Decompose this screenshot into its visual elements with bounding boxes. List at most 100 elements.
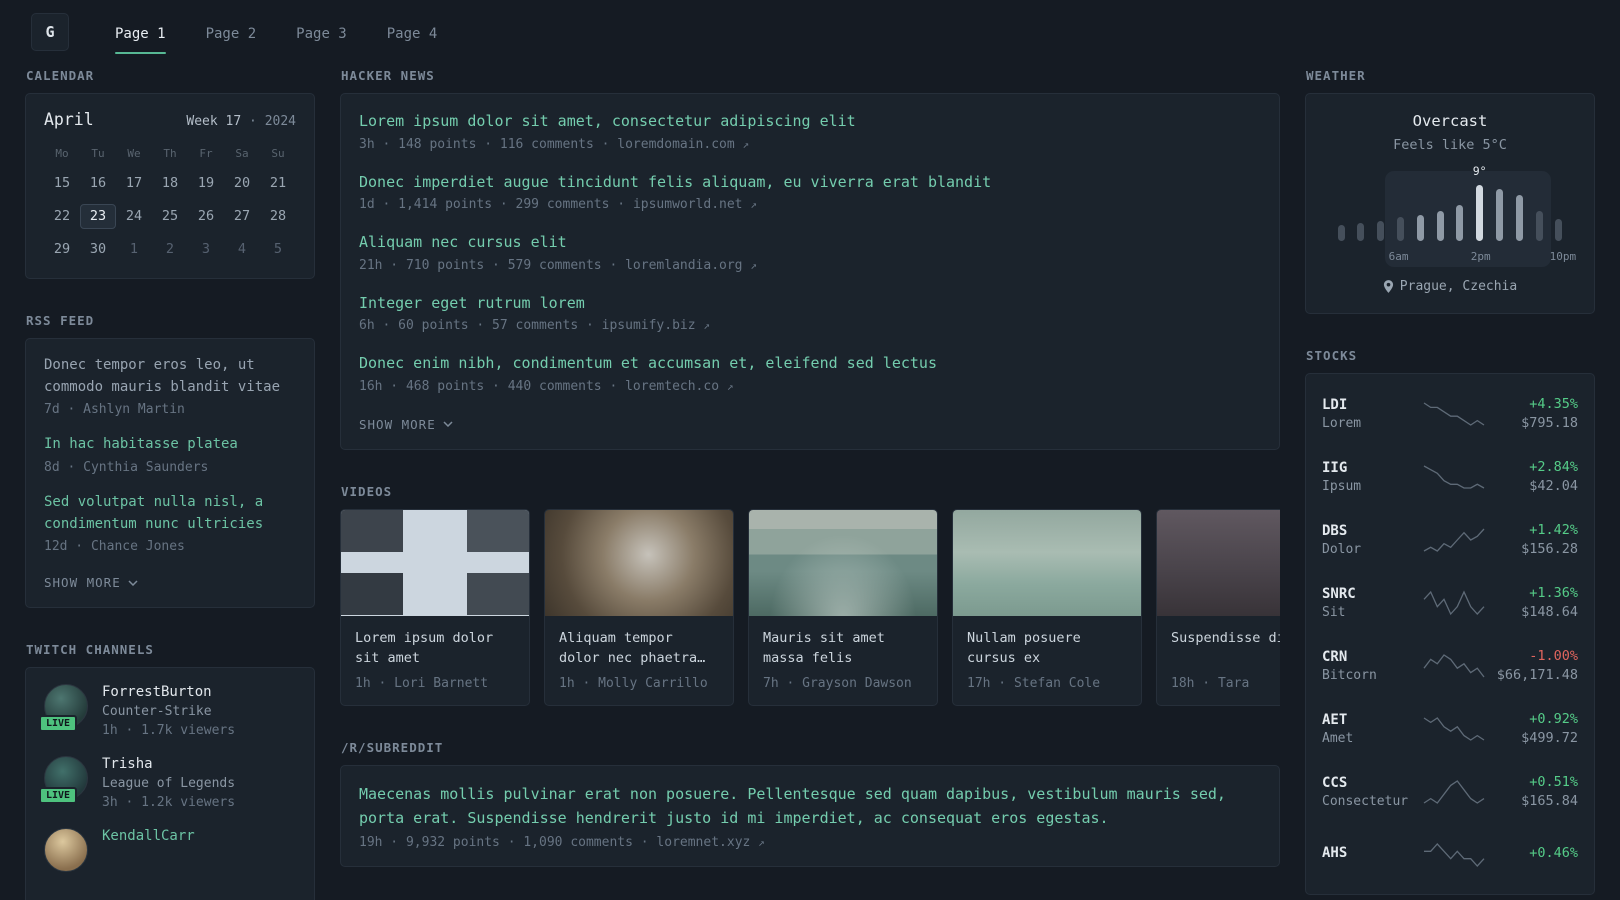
videos-row: Lorem ipsum dolor sit amet consectetu… 1… <box>340 508 1280 706</box>
subreddit-post-domain[interactable]: loremnet.xyz <box>656 835 750 850</box>
weather-bar <box>1334 183 1348 241</box>
video-meta: 1h · Lori Barnett <box>355 675 489 691</box>
calendar-day: 22 <box>53 208 71 224</box>
hackernews-item-domain[interactable]: ipsumify.biz <box>602 318 696 333</box>
stock-name: Consectetur <box>1322 793 1409 809</box>
subreddit-post-meta: 19h · 9,932 points · 1,090 comments · lo… <box>359 834 765 850</box>
calendar-day: 25 <box>161 208 179 224</box>
stock-name: Ipsum <box>1322 478 1362 494</box>
weather-hour-label: 10pm <box>1549 250 1577 263</box>
twitch-channel-name[interactable]: KendallCarr <box>102 828 195 844</box>
video-card[interactable]: Aliquam tempor dolor nec phaetra… 1h · M… <box>544 508 734 706</box>
stock-row[interactable]: CCS Consectetur +0.51% $165.84 <box>1322 760 1578 823</box>
calendar-day: 15 <box>53 175 71 191</box>
tab-page-3[interactable]: Page 3 <box>296 0 347 64</box>
rss-item-title[interactable]: Sed volutpat nulla nisl, a condimentum n… <box>44 492 296 535</box>
stock-sparkline <box>1422 464 1486 490</box>
stock-name: Amet <box>1322 730 1354 746</box>
stock-row[interactable]: DBS Dolor +1.42% $156.28 <box>1322 508 1578 571</box>
hackernews-item-title[interactable]: Integer eget rutrum lorem <box>359 292 1261 315</box>
rss-item-title[interactable]: In hac habitasse platea <box>44 434 296 456</box>
rss-item-meta: 7d · Ashlyn Martin <box>44 402 185 418</box>
video-thumbnail[interactable] <box>1157 509 1280 616</box>
stock-ticker: AHS <box>1322 845 1348 861</box>
stock-sparkline <box>1422 716 1486 742</box>
rss-show-more-button[interactable]: SHOW MORE <box>44 575 138 590</box>
video-title[interactable]: Mauris sit amet massa felis <box>763 628 923 668</box>
hackernews-item-domain[interactable]: ipsumworld.net <box>633 197 743 212</box>
video-title[interactable]: Lorem ipsum dolor sit amet consectetu… <box>355 628 515 668</box>
tab-page-2[interactable]: Page 2 <box>206 0 257 64</box>
rss-item: Donec tempor eros leo, ut commodo mauris… <box>44 355 296 417</box>
rss-item-meta: 12d · Chance Jones <box>44 539 185 555</box>
calendar-day: 29 <box>53 241 71 257</box>
video-card[interactable]: Mauris sit amet massa felis 7h · Grayson… <box>748 508 938 706</box>
video-thumbnail[interactable] <box>749 509 937 616</box>
external-link-icon: ↗ <box>758 835 765 849</box>
stock-name: Bitcorn <box>1322 667 1377 683</box>
hackernews-item-title[interactable]: Donec enim nibh, condimentum et accumsan… <box>359 352 1261 375</box>
video-title[interactable]: Aliquam tempor dolor nec phaetra… <box>559 628 719 668</box>
stock-row[interactable]: AET Amet +0.92% $499.72 <box>1322 697 1578 760</box>
weather-bar <box>1433 183 1447 241</box>
tab-page-1[interactable]: Page 1 <box>115 0 166 64</box>
external-link-icon: ↗ <box>703 319 711 332</box>
weather-feels-like: Feels like 5°C <box>1393 137 1507 153</box>
video-thumbnail[interactable] <box>341 509 529 616</box>
video-thumbnail[interactable] <box>545 509 733 616</box>
twitch-channel-row[interactable]: LIVE ForrestBurton Counter-Strike 1h · 1… <box>39 684 296 738</box>
subreddit-post-title[interactable]: Maecenas mollis pulvinar erat non posuer… <box>359 782 1261 830</box>
hackernews-item-domain[interactable]: loremdomain.com <box>617 137 734 152</box>
video-thumbnail[interactable] <box>953 509 1141 616</box>
video-title[interactable]: Nullam posuere cursus ex <box>967 628 1127 668</box>
stock-price: $156.28 <box>1521 541 1578 557</box>
hackernews-item-domain[interactable]: loremlandia.org <box>625 258 742 273</box>
calendar-day: 1 <box>129 241 139 257</box>
video-card[interactable]: Lorem ipsum dolor sit amet consectetu… 1… <box>340 508 530 706</box>
tab-page-4[interactable]: Page 4 <box>387 0 438 64</box>
hackernews-section: HACKER NEWS Lorem ipsum dolor sit amet, … <box>340 68 1280 450</box>
app-logo[interactable]: G <box>31 13 69 51</box>
stock-name: Lorem <box>1322 415 1362 431</box>
weather-hour-label <box>1371 250 1385 263</box>
video-title[interactable]: Suspendisse diam <box>1171 628 1280 668</box>
hackernews-show-more-button[interactable]: SHOW MORE <box>359 417 453 432</box>
video-meta: 1h · Molly Carrillo <box>559 675 708 691</box>
stock-ticker: AET <box>1322 711 1348 728</box>
stocks-card: LDI Lorem +4.35% $795.18 IIG Ipsum +2.84… <box>1305 373 1595 895</box>
twitch-channel-game: Counter-Strike <box>102 704 212 720</box>
stock-row[interactable]: CRN Bitcorn -1.00% $66,171.48 <box>1322 634 1578 697</box>
hackernews-item-domain[interactable]: loremtech.co <box>625 379 719 394</box>
weather-bar <box>1512 183 1526 241</box>
stock-row[interactable]: SNRC Sit +1.36% $148.64 <box>1322 571 1578 634</box>
stock-row[interactable]: AHS +0.46% <box>1322 823 1578 886</box>
hackernews-item-title[interactable]: Aliquam nec cursus elit <box>359 231 1261 254</box>
rss-item: Sed volutpat nulla nisl, a condimentum n… <box>44 492 296 554</box>
hackernews-item-title[interactable]: Lorem ipsum dolor sit amet, consectetur … <box>359 110 1261 133</box>
twitch-card: LIVE ForrestBurton Counter-Strike 1h · 1… <box>25 667 315 900</box>
video-card[interactable]: Nullam posuere cursus ex 17h · Stefan Co… <box>952 508 1142 706</box>
stock-row[interactable]: LDI Lorem +4.35% $795.18 <box>1322 382 1578 445</box>
weather-bar <box>1393 183 1407 241</box>
video-card[interactable]: Suspendisse diam 18h · Tara <box>1156 508 1280 706</box>
rss-item-title[interactable]: Donec tempor eros leo, ut commodo mauris… <box>44 355 296 398</box>
stock-row[interactable]: IIG Ipsum +2.84% $42.04 <box>1322 445 1578 508</box>
hackernews-item-meta: 21h · 710 points · 579 comments · loreml… <box>359 257 757 273</box>
twitch-channel-name[interactable]: ForrestBurton <box>102 684 235 700</box>
stocks-section-label: STOCKS <box>1306 348 1358 363</box>
calendar-day: 18 <box>161 175 179 191</box>
hackernews-item-meta: 1d · 1,414 points · 299 comments · ipsum… <box>359 197 757 212</box>
calendar-day: 26 <box>197 208 215 224</box>
weather-section-label: WEATHER <box>1306 68 1366 83</box>
calendar-section-label: CALENDAR <box>26 68 95 83</box>
stock-ticker: CRN <box>1322 648 1348 665</box>
twitch-channel-row[interactable]: KendallCarr <box>44 828 296 873</box>
twitch-channel-row[interactable]: LIVE Trisha League of Legends 3h · 1.2k … <box>39 756 296 810</box>
twitch-channel-name[interactable]: Trisha <box>102 756 235 772</box>
avatar: LIVE <box>39 756 88 805</box>
hackernews-item-title[interactable]: Donec imperdiet augue tincidunt felis al… <box>359 171 1261 194</box>
weather-section: WEATHER Overcast Feels like 5°C 9° 6am 2p… <box>1305 68 1595 314</box>
weather-bar <box>1374 183 1388 241</box>
videos-section: VIDEOS Lorem ipsum dolor sit amet consec… <box>340 484 1280 706</box>
calendar-day-header: We <box>127 147 141 160</box>
